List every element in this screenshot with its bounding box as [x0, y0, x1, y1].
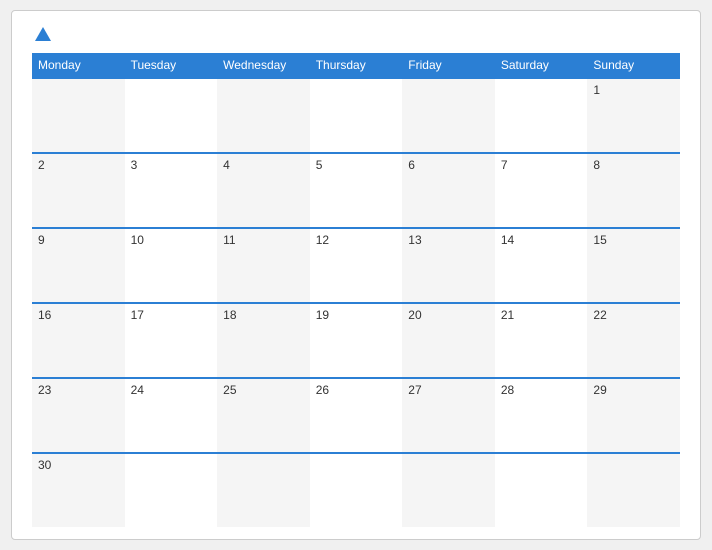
day-number: 27 [408, 383, 421, 397]
day-number: 21 [501, 308, 514, 322]
day-cell [402, 79, 495, 152]
day-cell: 4 [217, 154, 310, 227]
day-cell: 5 [310, 154, 403, 227]
day-cell [217, 79, 310, 152]
day-cell: 16 [32, 304, 125, 377]
day-cell [587, 454, 680, 527]
day-cell: 22 [587, 304, 680, 377]
day-header-sunday: Sunday [587, 53, 680, 77]
day-number: 16 [38, 308, 51, 322]
day-cell: 8 [587, 154, 680, 227]
day-cell [310, 454, 403, 527]
week-row-1: 1 [32, 77, 680, 152]
day-cell: 12 [310, 229, 403, 302]
day-cell: 11 [217, 229, 310, 302]
day-cell: 6 [402, 154, 495, 227]
day-cell [402, 454, 495, 527]
day-cell [32, 79, 125, 152]
day-cell: 3 [125, 154, 218, 227]
day-number: 4 [223, 158, 230, 172]
day-number: 25 [223, 383, 236, 397]
week-row-3: 9 10 11 12 13 14 15 [32, 227, 680, 302]
day-number: 10 [131, 233, 144, 247]
day-cell [310, 79, 403, 152]
logo-triangle-icon [35, 27, 51, 41]
day-number: 28 [501, 383, 514, 397]
day-number: 1 [593, 83, 600, 97]
day-number: 6 [408, 158, 415, 172]
day-cell: 30 [32, 454, 125, 527]
day-number: 9 [38, 233, 45, 247]
day-number: 22 [593, 308, 606, 322]
day-cell: 7 [495, 154, 588, 227]
day-cell: 15 [587, 229, 680, 302]
day-cell: 10 [125, 229, 218, 302]
day-headers-row: MondayTuesdayWednesdayThursdayFridaySatu… [32, 53, 680, 77]
day-cell: 24 [125, 379, 218, 452]
day-cell: 19 [310, 304, 403, 377]
week-row-6: 30 [32, 452, 680, 527]
day-number: 8 [593, 158, 600, 172]
day-header-tuesday: Tuesday [125, 53, 218, 77]
day-cell: 23 [32, 379, 125, 452]
day-cell: 26 [310, 379, 403, 452]
logo [32, 27, 51, 43]
logo-top-line [32, 27, 51, 43]
day-number: 18 [223, 308, 236, 322]
day-number: 29 [593, 383, 606, 397]
day-cell: 18 [217, 304, 310, 377]
weeks-container: 1234567891011121314151617181920212223242… [32, 77, 680, 527]
week-row-4: 16 17 18 19 20 21 22 [32, 302, 680, 377]
day-number: 15 [593, 233, 606, 247]
day-header-thursday: Thursday [310, 53, 403, 77]
day-number: 24 [131, 383, 144, 397]
day-cell [495, 454, 588, 527]
day-number: 20 [408, 308, 421, 322]
day-number: 23 [38, 383, 51, 397]
day-cell: 2 [32, 154, 125, 227]
day-number: 7 [501, 158, 508, 172]
day-cell: 28 [495, 379, 588, 452]
day-number: 14 [501, 233, 514, 247]
day-cell: 20 [402, 304, 495, 377]
calendar-grid: MondayTuesdayWednesdayThursdayFridaySatu… [32, 53, 680, 527]
day-cell: 1 [587, 79, 680, 152]
day-cell: 13 [402, 229, 495, 302]
day-header-saturday: Saturday [495, 53, 588, 77]
day-number: 26 [316, 383, 329, 397]
day-number: 12 [316, 233, 329, 247]
week-row-5: 23 24 25 26 27 28 29 [32, 377, 680, 452]
day-number: 13 [408, 233, 421, 247]
day-number: 2 [38, 158, 45, 172]
calendar-header [32, 27, 680, 43]
calendar: MondayTuesdayWednesdayThursdayFridaySatu… [11, 10, 701, 540]
day-header-wednesday: Wednesday [217, 53, 310, 77]
week-row-2: 2 3 4 5 6 7 8 [32, 152, 680, 227]
day-number: 11 [223, 233, 235, 247]
day-cell [125, 454, 218, 527]
day-number: 30 [38, 458, 51, 472]
day-cell [495, 79, 588, 152]
day-cell: 14 [495, 229, 588, 302]
day-number: 17 [131, 308, 144, 322]
day-cell [217, 454, 310, 527]
day-cell: 17 [125, 304, 218, 377]
day-cell: 27 [402, 379, 495, 452]
day-cell [125, 79, 218, 152]
day-header-friday: Friday [402, 53, 495, 77]
day-cell: 29 [587, 379, 680, 452]
day-cell: 21 [495, 304, 588, 377]
day-number: 3 [131, 158, 138, 172]
day-cell: 9 [32, 229, 125, 302]
day-header-monday: Monday [32, 53, 125, 77]
day-number: 5 [316, 158, 323, 172]
day-number: 19 [316, 308, 329, 322]
day-cell: 25 [217, 379, 310, 452]
